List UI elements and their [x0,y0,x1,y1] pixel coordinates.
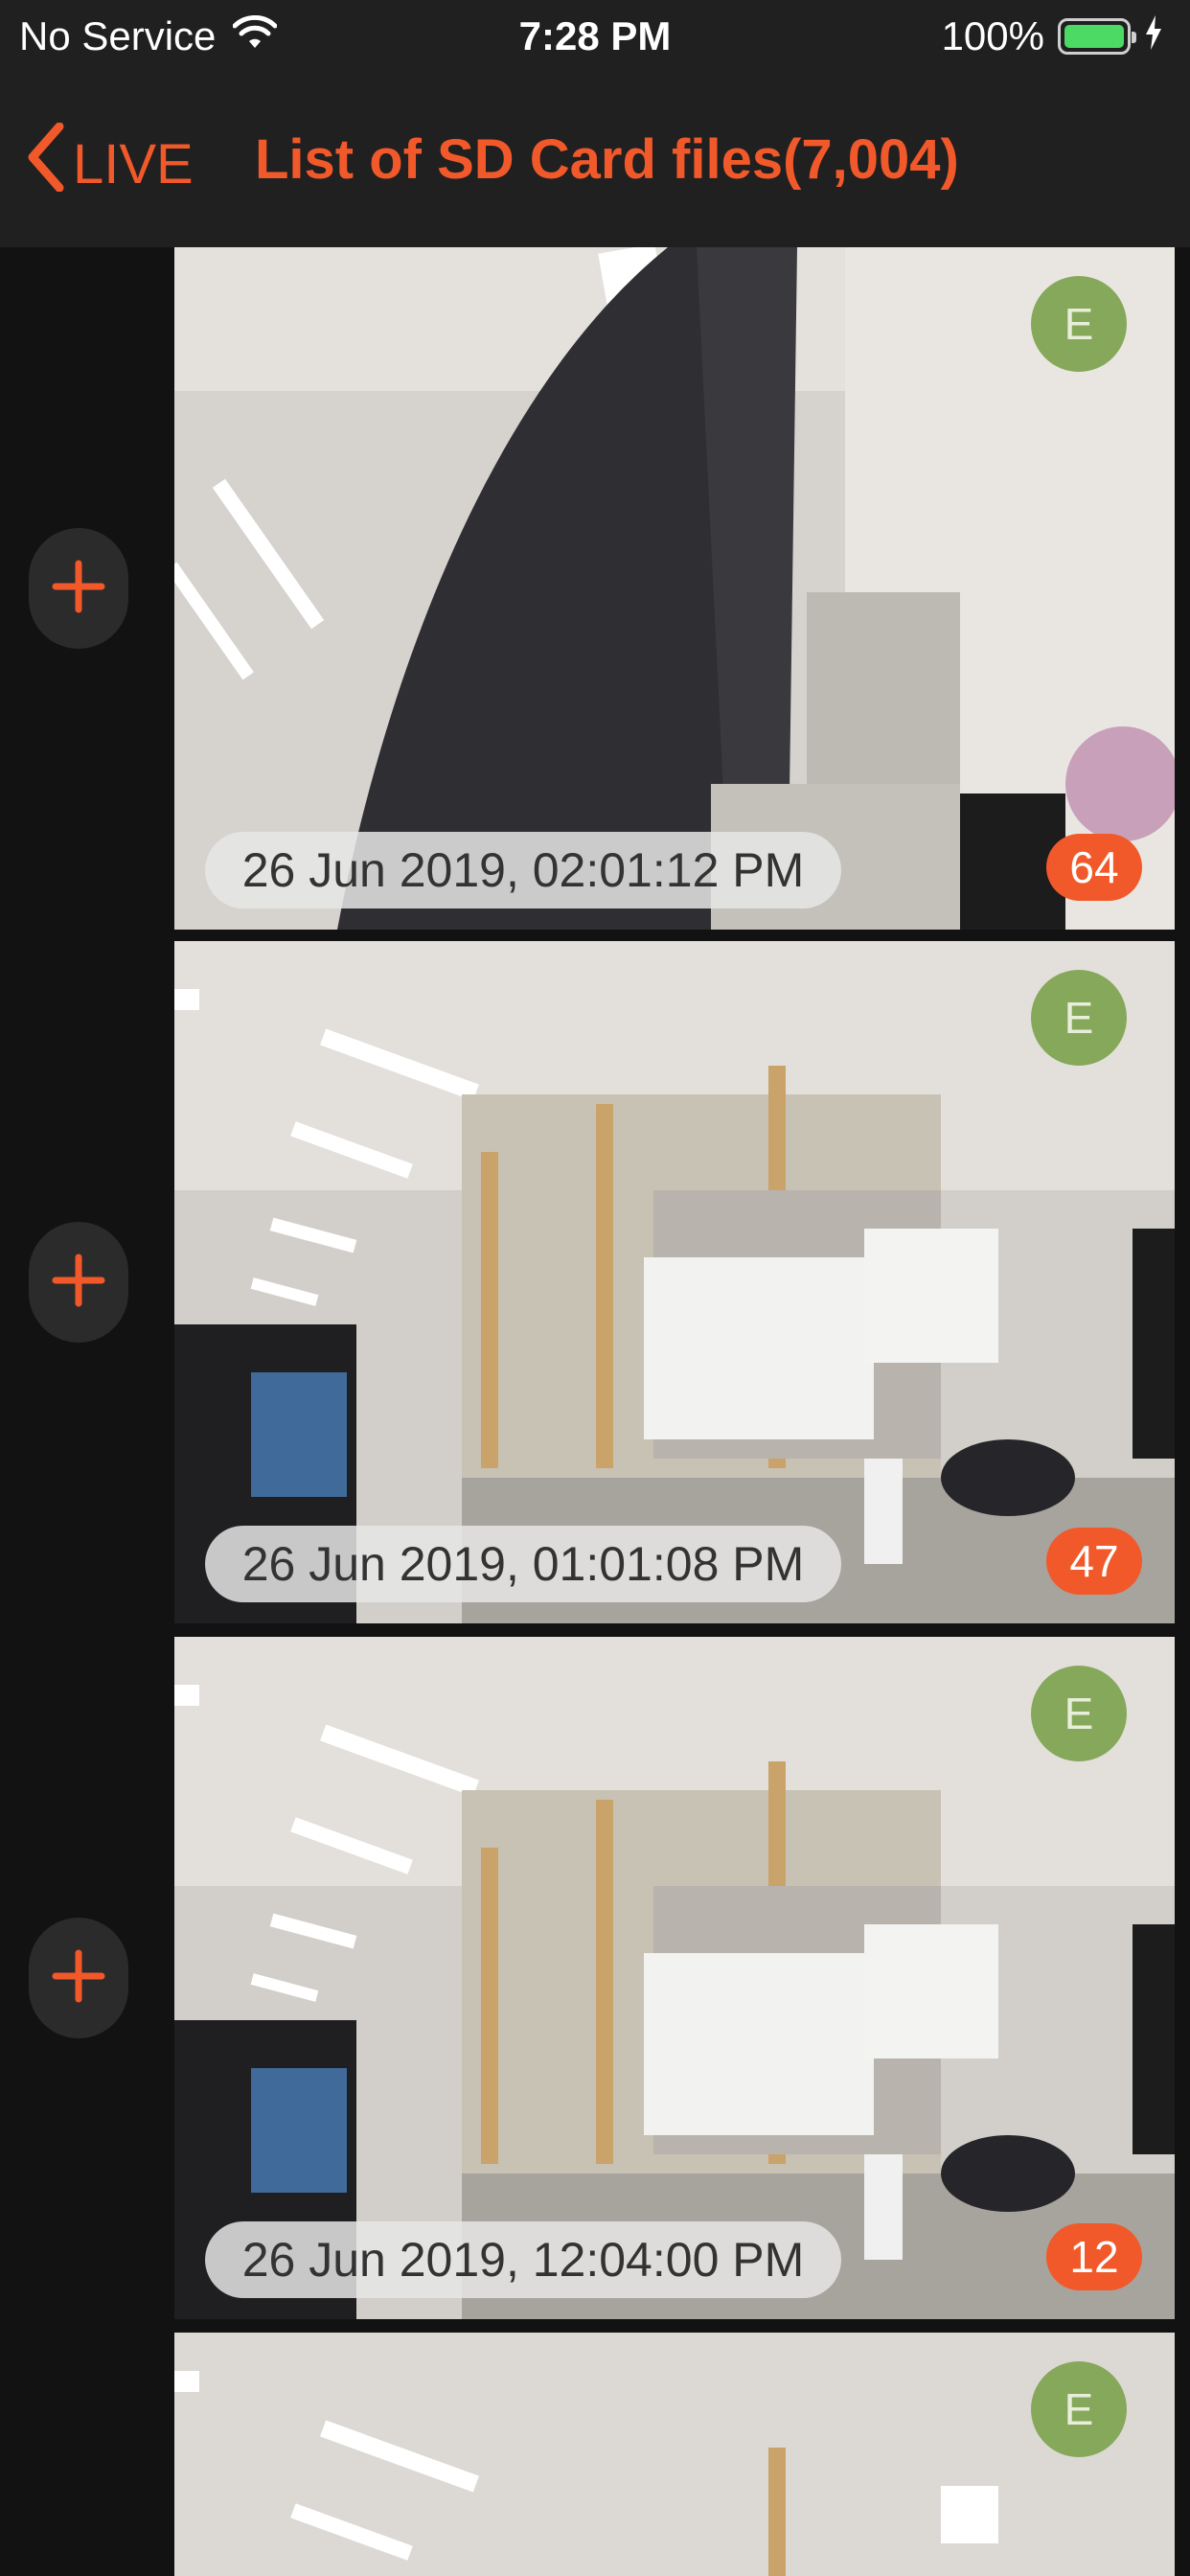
chevron-left-icon [27,122,65,205]
page-title: List of SD Card files(7,004) [255,128,959,191]
camera-image [174,1637,1175,2319]
list-item[interactable]: E 26 Jun 2019, 12:04:00 PM 12 [0,1637,1190,2319]
navigation-bar: LIVE List of SD Card files(7,004) [0,84,1190,247]
video-thumbnail[interactable]: E [174,2333,1175,2576]
event-badge: E [1031,276,1127,372]
back-label: LIVE [73,132,194,196]
file-count-badge: 64 [1046,834,1142,901]
battery-icon [1058,18,1136,55]
camera-image [174,247,1175,930]
video-thumbnail[interactable]: E 26 Jun 2019, 01:01:08 PM 47 [174,941,1175,1623]
bolt-icon [1144,13,1163,59]
status-bar: No Service 7:28 PM 100% [0,0,1190,84]
list-item[interactable]: E [0,2333,1190,2576]
recording-timestamp: 26 Jun 2019, 01:01:08 PM [205,1526,841,1602]
recording-timestamp: 26 Jun 2019, 12:04:00 PM [205,2221,841,2298]
recording-timestamp: 26 Jun 2019, 02:01:12 PM [205,832,841,908]
back-button[interactable]: LIVE [27,122,194,205]
event-badge: E [1031,2361,1127,2457]
camera-image [174,941,1175,1623]
file-count-badge: 47 [1046,1528,1142,1595]
event-badge: E [1031,1666,1127,1761]
add-button[interactable] [29,1918,128,2038]
add-button[interactable] [29,1222,128,1343]
add-button[interactable] [29,528,128,649]
video-thumbnail[interactable]: E 26 Jun 2019, 12:04:00 PM 12 [174,1637,1175,2319]
file-count-badge: 12 [1046,2223,1142,2290]
list-item[interactable]: E 26 Jun 2019, 01:01:08 PM 47 [0,941,1190,1623]
video-thumbnail[interactable]: E 26 Jun 2019, 02:01:12 PM 64 [174,247,1175,930]
status-right: 100% [942,13,1163,59]
plus-icon [52,1254,105,1312]
plus-icon [52,1949,105,2008]
event-badge: E [1031,970,1127,1066]
plus-icon [52,560,105,618]
list-item[interactable]: E 26 Jun 2019, 02:01:12 PM 64 [0,247,1190,930]
camera-image [174,2333,1175,2576]
battery-percent: 100% [941,13,1044,58]
